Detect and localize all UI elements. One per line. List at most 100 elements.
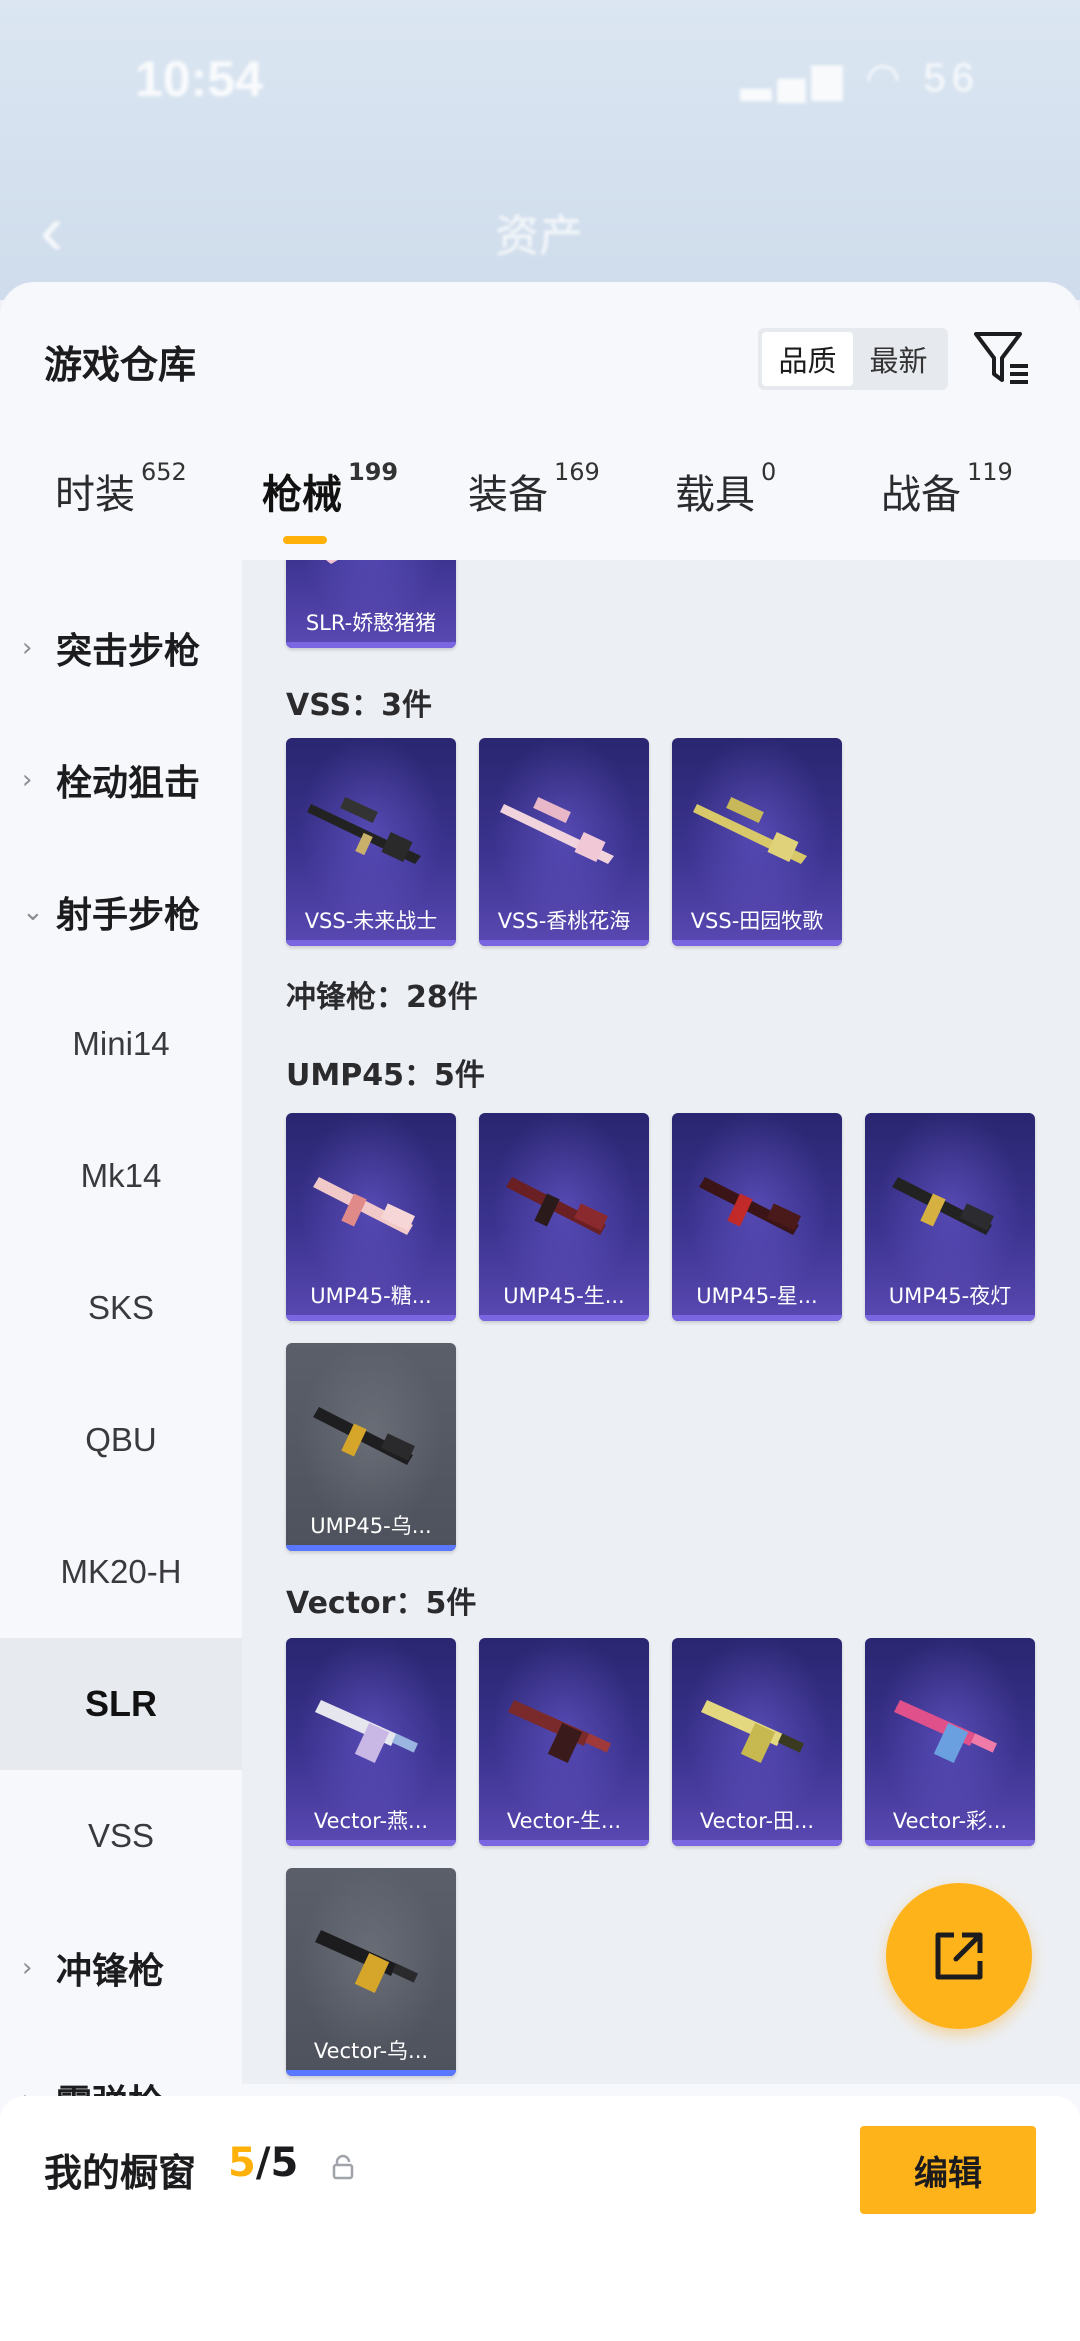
item-card[interactable]: SLR-娇憨猪猪 xyxy=(286,560,456,648)
tab-costume[interactable]: 时装 652 xyxy=(55,458,187,520)
sidebar-item-mk20h[interactable]: MK20-H xyxy=(0,1506,242,1638)
item-card[interactable]: UMP45-星... xyxy=(672,1113,842,1321)
sort-newest-button[interactable]: 最新 xyxy=(853,332,944,386)
weapon-icon xyxy=(326,560,338,564)
item-name: Vector-田... xyxy=(699,1809,815,1833)
tab-count: 652 xyxy=(141,458,187,486)
item-card[interactable]: UMP45-糖... xyxy=(286,1113,456,1321)
section-label-vector: Vector：5件 xyxy=(286,1586,477,1621)
tab-count: 199 xyxy=(348,458,399,486)
card-bar xyxy=(672,940,842,946)
item-card[interactable]: UMP45-生... xyxy=(479,1113,649,1321)
weapon-icon xyxy=(701,1700,804,1764)
showcase-count: 5/5 xyxy=(228,2140,298,2186)
edit-button[interactable]: 编辑 xyxy=(860,2126,1036,2214)
back-icon[interactable]: ‹ xyxy=(40,190,63,270)
chevron-right-icon: › xyxy=(22,633,33,663)
item-card[interactable]: Vector-田... xyxy=(672,1638,842,1846)
item-grid: SLR-娇憨猪猪 VSS：3件 VSS-未来战士 VSS-香桃花海 VSS-田园… xyxy=(242,560,1080,2084)
weapon-icon xyxy=(892,1177,994,1235)
card-bar xyxy=(286,1545,456,1551)
tab-weapons[interactable]: 枪械 199 xyxy=(262,458,398,520)
lock-icon xyxy=(332,2154,354,2180)
card-bar xyxy=(865,1840,1035,1846)
item-card[interactable]: VSS-香桃花海 xyxy=(479,738,649,946)
card-bar xyxy=(672,1840,842,1846)
share-button[interactable] xyxy=(886,1883,1032,2029)
sidebar-item-sks[interactable]: SKS xyxy=(0,1242,242,1374)
weapon-icon xyxy=(307,796,421,864)
weapon-icon xyxy=(315,1700,418,1764)
sort-quality-button[interactable]: 品质 xyxy=(762,332,853,386)
tab-supplies[interactable]: 战备 119 xyxy=(881,458,1013,520)
active-tab-indicator xyxy=(283,536,327,544)
status-time: 10:54 xyxy=(135,51,263,107)
item-card[interactable]: VSS-未来战士 xyxy=(286,738,456,946)
card-bar xyxy=(286,940,456,946)
header-background: 10:54 ▂▄▆ ◠ 56 ‹ 资产 xyxy=(0,0,1080,300)
item-card[interactable]: UMP45-乌... xyxy=(286,1343,456,1551)
sidebar-item-mini14[interactable]: Mini14 xyxy=(0,978,242,1110)
card-bar xyxy=(865,1315,1035,1321)
item-name: Vector-彩... xyxy=(892,1809,1008,1833)
item-name: UMP45-乌... xyxy=(310,1514,432,1538)
sidebar-item-label: 突击步枪 xyxy=(56,631,201,672)
chevron-right-icon: › xyxy=(22,765,33,795)
weapon-icon xyxy=(508,1700,611,1764)
sidebar-item-vss[interactable]: VSS xyxy=(0,1770,242,1902)
item-card[interactable]: Vector-彩... xyxy=(865,1638,1035,1846)
sidebar-item-smg[interactable]: › 冲锋枪 xyxy=(0,1902,242,2034)
sidebar-item-slr[interactable]: SLR xyxy=(0,1638,242,1770)
card-bar xyxy=(286,2070,456,2076)
showcase-current: 5 xyxy=(228,2140,256,2186)
status-icons: ▂▄▆ ◠ 56 xyxy=(740,56,980,100)
item-name: UMP45-星... xyxy=(696,1284,818,1308)
tab-vehicles[interactable]: 载具 0 xyxy=(675,458,776,520)
item-card[interactable]: Vector-生... xyxy=(479,1638,649,1846)
sidebar-item-dmr[interactable]: ⌄ 射手步枪 xyxy=(0,846,242,978)
sidebar-item-bolt-sniper[interactable]: › 栓动狙击 xyxy=(0,714,242,846)
card-bar xyxy=(479,940,649,946)
nav-title: 资产 xyxy=(495,212,583,261)
weapon-type-sidebar: › 突击步枪 › 栓动狙击 ⌄ 射手步枪 Mini14 Mk14 SKS QBU MK… xyxy=(0,582,242,2341)
tab-label: 装备 xyxy=(468,472,548,518)
external-link-icon xyxy=(935,1932,983,1980)
showcase-bar: 我的橱窗 5/5 编辑 xyxy=(0,2096,1080,2341)
item-name: VSS-田园牧歌 xyxy=(690,909,824,933)
item-name: Vector-燕... xyxy=(313,1809,429,1833)
showcase-title: 我的橱窗 xyxy=(44,2151,197,2195)
item-name: UMP45-糖... xyxy=(310,1284,432,1308)
weapon-icon xyxy=(894,1700,997,1764)
item-name: VSS-未来战士 xyxy=(304,909,438,933)
card-bar xyxy=(479,1840,649,1846)
sidebar-item-mk14[interactable]: Mk14 xyxy=(0,1110,242,1242)
card-bar xyxy=(672,1315,842,1321)
filter-icon[interactable] xyxy=(970,326,1034,390)
showcase-total: /5 xyxy=(255,2140,299,2186)
section-label-vss: VSS：3件 xyxy=(286,688,432,723)
item-name: Vector-乌... xyxy=(313,2039,429,2063)
weapon-icon xyxy=(699,1177,801,1235)
sidebar-item-label: 冲锋枪 xyxy=(56,1951,165,1992)
sidebar-item-label: 射手步枪 xyxy=(56,895,201,936)
tab-label: 枪械 xyxy=(262,472,342,518)
item-name: VSS-香桃花海 xyxy=(497,909,631,933)
item-card[interactable]: UMP45-夜灯 xyxy=(865,1113,1035,1321)
chevron-right-icon: › xyxy=(22,1953,33,1983)
category-tabs: 时装 652 枪械 199 装备 169 载具 0 战备 119 xyxy=(0,458,1080,562)
item-card[interactable]: Vector-燕... xyxy=(286,1638,456,1846)
sidebar-item-assault-rifle[interactable]: › 突击步枪 xyxy=(0,582,242,714)
item-name: SLR-娇憨猪猪 xyxy=(305,611,437,635)
weapon-icon xyxy=(313,1407,415,1465)
tab-equipment[interactable]: 装备 169 xyxy=(468,458,600,520)
sidebar-item-qbu[interactable]: QBU xyxy=(0,1374,242,1506)
tab-label: 战备 xyxy=(881,472,961,518)
item-name: UMP45-夜灯 xyxy=(888,1284,1012,1308)
card-bar xyxy=(286,1315,456,1321)
section-label-smg: 冲锋枪：28件 xyxy=(286,980,478,1015)
section-label-ump45: UMP45：5件 xyxy=(286,1058,485,1093)
item-name: Vector-生... xyxy=(506,1809,622,1833)
item-name: UMP45-生... xyxy=(503,1284,625,1308)
item-card[interactable]: Vector-乌... xyxy=(286,1868,456,2076)
item-card[interactable]: VSS-田园牧歌 xyxy=(672,738,842,946)
